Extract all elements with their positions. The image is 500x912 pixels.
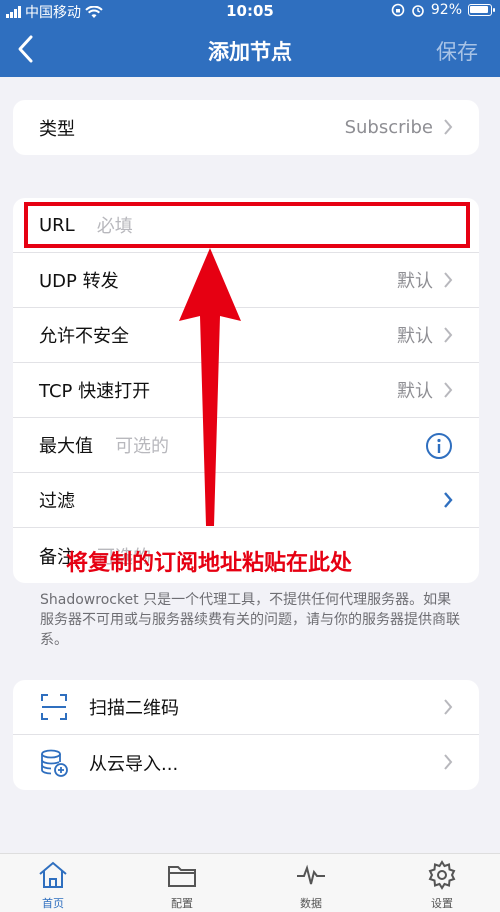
gear-icon [428, 860, 456, 890]
disclaimer-note: Shadowrocket 只是一个代理工具，不提供任何代理服务器。如果服务器不可… [40, 592, 460, 648]
battery-percent: 92% [430, 2, 462, 18]
activity-icon [297, 864, 325, 885]
allow-insecure-row[interactable]: 允许不安全 默认 [13, 308, 479, 363]
filter-row[interactable]: 过滤 [13, 473, 479, 528]
tab-data[interactable]: 数据 [271, 860, 351, 911]
top-bar: 中国移动 10:05 92% 添加节点 保存 [0, 0, 500, 77]
max-value-input[interactable]: 可选的 [115, 432, 169, 458]
cloud-database-icon [39, 748, 69, 778]
type-value: Subscribe [344, 117, 433, 138]
type-row[interactable]: 类型 Subscribe [13, 100, 479, 155]
page-title: 添加节点 [208, 40, 292, 64]
chevron-right-icon [444, 272, 453, 288]
qr-scan-icon [39, 692, 69, 722]
tab-config[interactable]: 配置 [142, 860, 222, 911]
form-card: URL 必填 UDP 转发 默认 允许不安全 默认 TCP 快速打开 默认 最大… [13, 198, 479, 583]
chevron-right-icon [444, 382, 453, 398]
arrow-up-icon [179, 248, 241, 526]
chevron-right-icon [444, 699, 453, 715]
actions-card: 扫描二维码 从云导入... [13, 680, 479, 790]
scan-qr-row[interactable]: 扫描二维码 [13, 680, 479, 735]
tab-home-label: 首页 [42, 897, 64, 910]
chevron-right-icon [444, 327, 453, 343]
tab-config-label: 配置 [171, 897, 193, 910]
chevron-right-icon [444, 754, 453, 770]
tcp-fast-open-value: 默认 [397, 381, 433, 402]
home-icon [39, 861, 67, 888]
allow-insecure-label: 允许不安全 [39, 326, 129, 347]
status-right: 92% [391, 2, 495, 18]
alarm-icon [412, 5, 424, 17]
filter-label: 过滤 [39, 491, 75, 512]
chevron-right-icon [444, 492, 453, 508]
status-bar: 中国移动 10:05 92% [0, 0, 500, 22]
udp-forward-row[interactable]: UDP 转发 默认 [13, 253, 479, 308]
save-button[interactable]: 保存 [436, 36, 478, 66]
cloud-import-row[interactable]: 从云导入... [13, 735, 479, 790]
url-highlight-box [24, 202, 470, 248]
type-card: 类型 Subscribe [13, 100, 479, 155]
orientation-lock-icon [391, 3, 405, 17]
nav-bar: 添加节点 保存 [0, 22, 500, 77]
chevron-right-icon [444, 119, 453, 135]
scan-qr-label: 扫描二维码 [89, 698, 179, 719]
allow-insecure-value: 默认 [397, 326, 433, 347]
tab-settings[interactable]: 设置 [402, 860, 482, 911]
udp-forward-value: 默认 [397, 271, 433, 292]
annotation-text: 将复制的订阅地址粘贴在此处 [66, 551, 353, 576]
tab-bar: 首页 配置 数据 设置 [0, 853, 500, 912]
tcp-fast-open-row[interactable]: TCP 快速打开 默认 [13, 363, 479, 418]
tcp-fast-open-label: TCP 快速打开 [39, 381, 151, 402]
info-icon[interactable] [425, 432, 453, 460]
udp-forward-label: UDP 转发 [39, 271, 119, 292]
battery-icon [468, 4, 495, 16]
tab-home[interactable]: 首页 [13, 860, 93, 911]
tab-settings-label: 设置 [431, 897, 453, 910]
max-value-label: 最大值 [39, 436, 93, 457]
max-value-row[interactable]: 最大值 可选的 [13, 418, 479, 473]
folder-icon [168, 866, 196, 887]
type-label: 类型 [39, 118, 75, 140]
tab-data-label: 数据 [300, 897, 322, 910]
cloud-import-label: 从云导入... [89, 753, 179, 775]
